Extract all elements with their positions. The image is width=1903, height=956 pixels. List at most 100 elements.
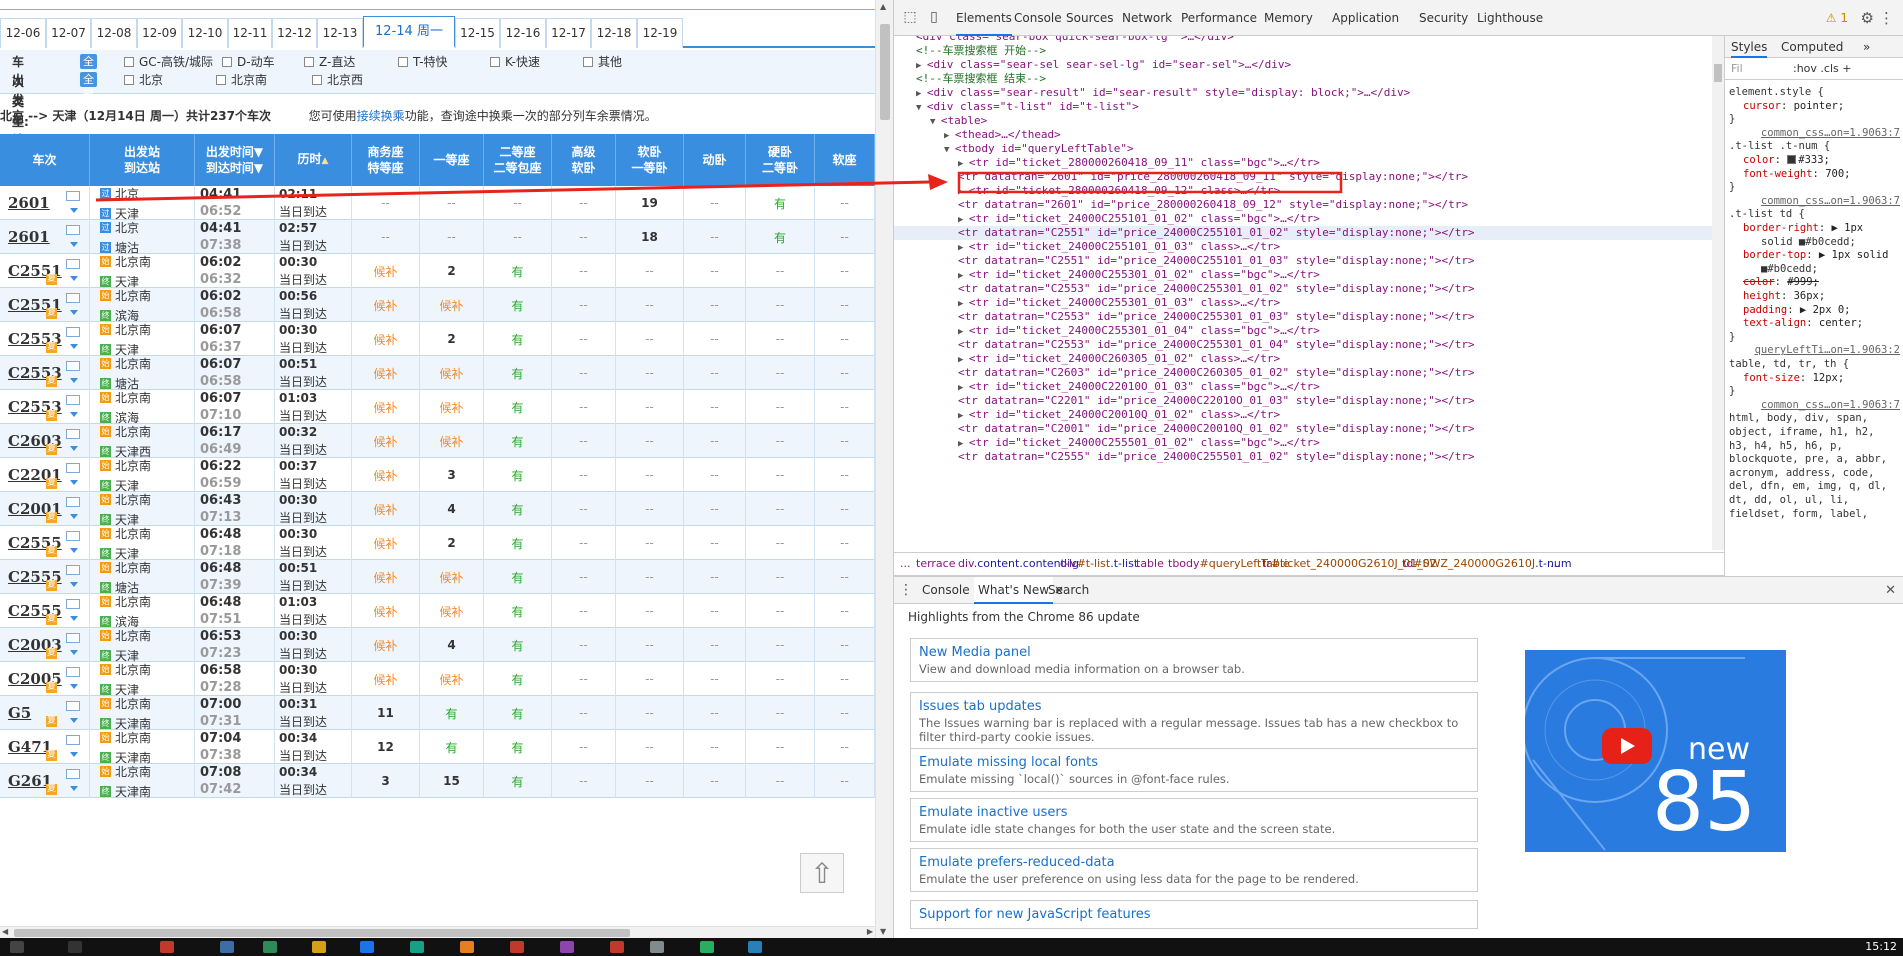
style-source-link[interactable]: common_css…on=1.9063:7 (1761, 195, 1900, 208)
station-option[interactable]: 北京 (124, 70, 163, 90)
seat-availability[interactable]: 2 (420, 322, 484, 356)
dom-node[interactable]: <tr datatran="2601" id="price_2800002604… (894, 198, 1714, 212)
breadcrumb-item[interactable]: td#SWZ_240000G2610J.t-num (1402, 553, 1572, 575)
column-header[interactable]: 历时▲ (275, 134, 352, 186)
style-line[interactable]: padding: ▶ 2px 0; (1743, 304, 1851, 317)
expand-arrow-icon[interactable] (70, 412, 78, 417)
train-row[interactable]: C2553 复始北京南终滨海 06:07 07:10 01:03 当日到达 候补 候补有 -- -… (0, 390, 875, 425)
train-info-icon[interactable] (66, 769, 80, 779)
whats-new-card[interactable]: Emulate missing local fonts Emulate missi… (910, 748, 1478, 792)
taskbar-app-icon[interactable] (410, 941, 424, 953)
whats-new-card[interactable]: Emulate inactive users Emulate idle state… (910, 798, 1478, 842)
seat-availability[interactable]: 有 (484, 458, 552, 492)
taskbar-app-icon[interactable] (360, 941, 374, 953)
start-icon[interactable] (10, 941, 24, 953)
seat-availability[interactable]: 有 (484, 696, 552, 730)
seat-availability[interactable]: 有 (484, 356, 552, 390)
train-row[interactable]: G471 复始北京南终天津南 07:04 07:38 00:34 当日到达 12 有有 -- --… (0, 730, 875, 765)
date-tab-12-11[interactable]: 12-11 (228, 18, 272, 48)
collapse-triangle-icon[interactable]: ▼ (944, 145, 955, 155)
train-info-icon[interactable] (66, 395, 80, 405)
checkbox[interactable] (124, 57, 134, 67)
seat-availability[interactable]: 有 (484, 662, 552, 696)
dom-node[interactable]: <tr datatran="C2551" id="price_24000C255… (894, 254, 1714, 268)
expand-triangle-icon[interactable]: ▶ (944, 131, 955, 141)
drawer-tab[interactable]: Console (922, 577, 970, 604)
styles-tab[interactable]: Styles (1731, 36, 1768, 58)
checkbox[interactable] (222, 57, 232, 67)
taskbar-app-icon[interactable] (560, 941, 574, 953)
date-tab-12-09[interactable]: 12-09 (137, 18, 182, 48)
devtools-tab-application[interactable]: Application (1332, 0, 1399, 36)
seat-availability[interactable]: 候补 (352, 492, 420, 526)
dom-node[interactable]: ▶ <div class="sear-result" id="sear-resu… (894, 86, 1714, 100)
train-info-icon[interactable] (66, 327, 80, 337)
card-title-link[interactable]: Issues tab updates (919, 698, 1469, 715)
vertical-scroll-thumb[interactable] (880, 24, 890, 120)
seat-availability[interactable]: 4 (420, 628, 484, 662)
train-number-link[interactable]: 2601 (8, 194, 50, 212)
dom-node[interactable]: <tr datatran="C2553" id="price_24000C255… (894, 282, 1714, 296)
expand-arrow-icon[interactable] (70, 242, 78, 247)
column-header[interactable]: 软座 (815, 134, 875, 186)
checkbox[interactable] (312, 75, 322, 85)
taskbar-app-icon[interactable] (650, 941, 664, 953)
dom-node[interactable]: <tr datatran="C2553" id="price_24000C255… (894, 338, 1714, 352)
seat-availability[interactable]: 候补 (420, 560, 484, 594)
train-row[interactable]: C2003 复始北京南终天津 06:53 07:23 00:30 当日到达 候补 4 有 -- --… (0, 628, 875, 663)
dom-node[interactable]: ▶ <tr id="ticket_24000C255101_01_02" cla… (894, 212, 1714, 226)
drawer-close-icon[interactable]: ✕ (1885, 583, 1896, 598)
date-tab-12-13[interactable]: 12-13 (317, 18, 363, 48)
train-info-icon[interactable] (66, 735, 80, 745)
taskbar-app-icon[interactable] (700, 941, 714, 953)
date-tab-12-15[interactable]: 12-15 (455, 18, 500, 48)
seat-availability[interactable]: 候补 (420, 662, 484, 696)
column-header[interactable]: 软卧 一等卧 (616, 134, 684, 186)
dom-node[interactable]: ▶ <tr id="ticket_24000C255501_01_02" cla… (894, 436, 1714, 450)
checkbox[interactable] (124, 75, 134, 85)
train-row[interactable]: C2553 复始北京南终塘沽 06:07 06:58 00:51 当日到达 候补 候补有 -- -… (0, 356, 875, 391)
train-row[interactable]: C2555 复始北京南终塘沽 06:48 07:39 00:51 当日到达 候补 候补有 -- -… (0, 560, 875, 595)
seat-availability[interactable]: 2 (420, 254, 484, 288)
date-tab-12-18[interactable]: 12-18 (591, 18, 637, 48)
expand-triangle-icon[interactable]: ▶ (958, 187, 969, 197)
style-line[interactable]: height: 36px; (1743, 290, 1825, 303)
train-row[interactable]: C2555 复始北京南终天津 06:48 07:18 00:30 当日到达 候补 2 有 -- --… (0, 526, 875, 561)
train-row[interactable]: G5 复始北京南终天津南 07:00 07:31 00:31 当日到达 11 有有 -- -- --… (0, 696, 875, 731)
seat-availability[interactable]: 有 (484, 526, 552, 560)
expand-triangle-icon[interactable]: ▶ (958, 411, 969, 421)
train-info-icon[interactable] (66, 259, 80, 269)
expand-triangle-icon[interactable]: ▶ (958, 327, 969, 337)
dom-node[interactable]: <!--车票搜索框 开始--> (894, 44, 1714, 58)
train-type-option[interactable]: GC-高铁/城际 (124, 52, 213, 72)
devtools-tab-network[interactable]: Network (1122, 0, 1172, 36)
dom-node[interactable]: ▶ <thead>…</thead> (894, 128, 1714, 142)
seat-availability[interactable]: 18 (616, 220, 684, 254)
expand-triangle-icon[interactable]: ▶ (958, 439, 969, 449)
seat-availability[interactable]: 有 (484, 424, 552, 458)
date-tab-12-16[interactable]: 12-16 (500, 18, 546, 48)
style-source-link[interactable]: queryLeftTi…on=1.9063:2 (1755, 344, 1900, 357)
vertical-scrollbar[interactable]: ▲ ▼ (875, 0, 893, 938)
styles-filter-input[interactable]: Fil (1731, 58, 1743, 80)
expand-arrow-icon[interactable] (70, 786, 78, 791)
seat-availability[interactable]: 15 (420, 764, 484, 798)
train-row[interactable]: G261 复始北京南终天津南 07:08 07:42 00:34 当日到达 3 15 有 -- --… (0, 764, 875, 799)
checkbox[interactable] (216, 75, 226, 85)
seat-availability[interactable]: 候补 (420, 356, 484, 390)
drawer-menu-icon[interactable]: ⋮ (898, 582, 914, 598)
issues-warning-badge[interactable]: ⚠ 1 (1826, 0, 1848, 36)
seat-availability[interactable]: 有 (484, 322, 552, 356)
column-header[interactable]: 一等座 (420, 134, 484, 186)
expand-triangle-icon[interactable]: ▶ (958, 383, 969, 393)
elements-scrollbar[interactable] (1712, 36, 1724, 550)
dom-node[interactable]: ▶ <tr id="ticket_24000C20010Q_01_02" cla… (894, 408, 1714, 422)
column-header[interactable]: 高级 软卧 (552, 134, 616, 186)
scroll-up-icon[interactable]: ▲ (880, 2, 886, 11)
seat-availability[interactable]: 4 (420, 492, 484, 526)
train-type-option[interactable]: T-特快 (398, 52, 448, 72)
dom-node[interactable]: ▼ <table> (894, 114, 1714, 128)
expand-arrow-icon[interactable] (70, 378, 78, 383)
device-toolbar-icon[interactable]: ▯ (926, 9, 942, 25)
expand-arrow-icon[interactable] (70, 446, 78, 451)
